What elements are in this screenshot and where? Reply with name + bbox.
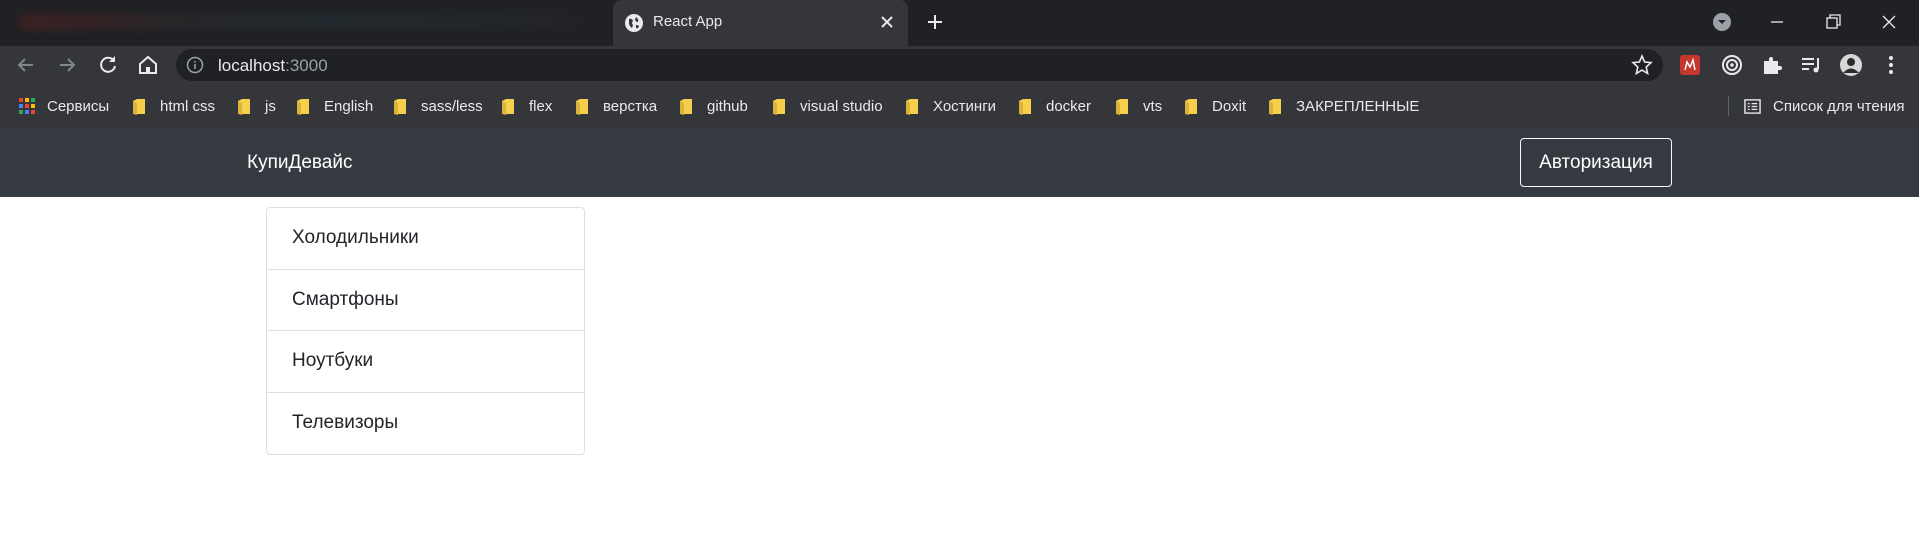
bookmark-services[interactable]: Сервисы — [19, 96, 109, 116]
reading-list-button[interactable]: Список для чтения — [1744, 96, 1905, 116]
browser-menu-icon[interactable] — [1879, 53, 1903, 77]
folder-icon — [238, 98, 250, 115]
bookmark-label: English — [324, 97, 374, 115]
reload-icon[interactable] — [96, 53, 120, 77]
extensions-puzzle-icon[interactable] — [1760, 53, 1784, 77]
folder-icon — [1019, 98, 1031, 115]
bookmark-label: docker — [1046, 97, 1092, 115]
folder-icon — [1185, 98, 1197, 115]
forward-icon[interactable] — [55, 53, 79, 77]
folder-icon — [680, 98, 692, 115]
globe-icon — [625, 14, 643, 32]
url-text[interactable]: localhost:3000 — [218, 56, 328, 76]
bookmarks-divider — [1728, 96, 1729, 116]
site-info-icon[interactable] — [186, 56, 204, 74]
bookmark-folder[interactable]: Хостинги — [905, 96, 996, 116]
bookmark-folder[interactable]: Doxit — [1184, 96, 1246, 116]
bookmark-folder[interactable]: flex — [501, 96, 552, 116]
category-item-smartphones[interactable]: Смартфоны — [267, 270, 584, 331]
folder-icon — [1116, 98, 1128, 115]
bookmark-folder[interactable]: верстка — [575, 96, 657, 116]
close-window-icon[interactable] — [1874, 8, 1904, 36]
tab-strip: React App — [0, 0, 1919, 46]
restore-icon[interactable] — [1818, 8, 1848, 36]
bookmark-label: sass/less — [421, 97, 483, 115]
bookmark-label: ЗАКРЕПЛЕННЫЕ — [1296, 97, 1420, 115]
bookmark-folder[interactable]: visual studio — [772, 96, 883, 116]
folder-icon — [1269, 98, 1281, 115]
new-tab-icon[interactable] — [923, 10, 947, 34]
extension-red-icon[interactable] — [1678, 53, 1702, 77]
bookmark-label: js — [265, 97, 276, 115]
folder-icon — [297, 98, 309, 115]
bookmark-label: flex — [529, 97, 553, 115]
bookmark-label: html css — [160, 97, 216, 115]
blurred-tabs — [20, 14, 580, 30]
category-item-tvs[interactable]: Телевизоры — [267, 393, 584, 455]
profile-avatar-icon[interactable] — [1839, 53, 1863, 77]
bookmark-label: visual studio — [800, 97, 883, 115]
folder-icon — [906, 98, 918, 115]
extension-target-icon[interactable] — [1720, 53, 1744, 77]
bookmark-label: vts — [1143, 97, 1163, 115]
bookmark-folder[interactable]: ЗАКРЕПЛЕННЫЕ — [1268, 96, 1419, 116]
bookmarks-bar: Сервисы html css js English sass/less fl… — [0, 84, 1919, 128]
bookmark-star-icon[interactable] — [1631, 54, 1653, 76]
bookmark-folder[interactable]: sass/less — [393, 96, 483, 116]
url-port: :3000 — [285, 56, 328, 75]
bookmark-folder[interactable]: vts — [1115, 96, 1162, 116]
category-list: Холодильники Смартфоны Ноутбуки Телевизо… — [266, 207, 585, 455]
bookmark-folder[interactable]: js — [237, 96, 276, 116]
folder-icon — [502, 98, 514, 115]
back-icon[interactable] — [14, 53, 38, 77]
auth-button[interactable]: Авторизация — [1520, 138, 1672, 187]
reading-list-icon — [1744, 98, 1761, 114]
reading-list-label: Список для чтения — [1773, 97, 1905, 115]
apps-grid-icon — [19, 98, 35, 114]
bookmark-label: верстка — [603, 97, 658, 115]
folder-icon — [576, 98, 588, 115]
folder-icon — [133, 98, 145, 115]
close-tab-icon[interactable] — [876, 11, 898, 33]
bookmark-label: Doxit — [1212, 97, 1247, 115]
minimize-icon[interactable] — [1762, 8, 1792, 36]
bookmark-label: Хостинги — [933, 97, 997, 115]
brand-link[interactable]: КупиДевайс — [247, 152, 352, 174]
category-item-laptops[interactable]: Ноутбуки — [267, 331, 584, 393]
address-bar[interactable]: localhost:3000 — [176, 49, 1663, 81]
folder-icon — [394, 98, 406, 115]
media-control-icon[interactable] — [1799, 53, 1823, 77]
tab-title: React App — [653, 13, 723, 30]
bookmark-folder[interactable]: github — [679, 96, 748, 116]
category-item-refrigerators[interactable]: Холодильники — [267, 208, 584, 270]
bookmark-folder[interactable]: docker — [1018, 96, 1091, 116]
active-tab[interactable]: React App — [613, 0, 908, 46]
folder-icon — [773, 98, 785, 115]
tab-search-icon[interactable] — [1710, 10, 1734, 34]
bookmark-folder[interactable]: html css — [132, 96, 215, 116]
bookmark-label: Сервисы — [47, 97, 110, 115]
browser-toolbar: localhost:3000 — [0, 46, 1919, 84]
bookmark-label: github — [707, 97, 748, 115]
home-icon[interactable] — [136, 53, 160, 77]
app-navbar: КупиДевайс Авторизация — [0, 128, 1919, 197]
bookmark-folder[interactable]: English — [296, 96, 373, 116]
url-host: localhost — [218, 56, 286, 75]
